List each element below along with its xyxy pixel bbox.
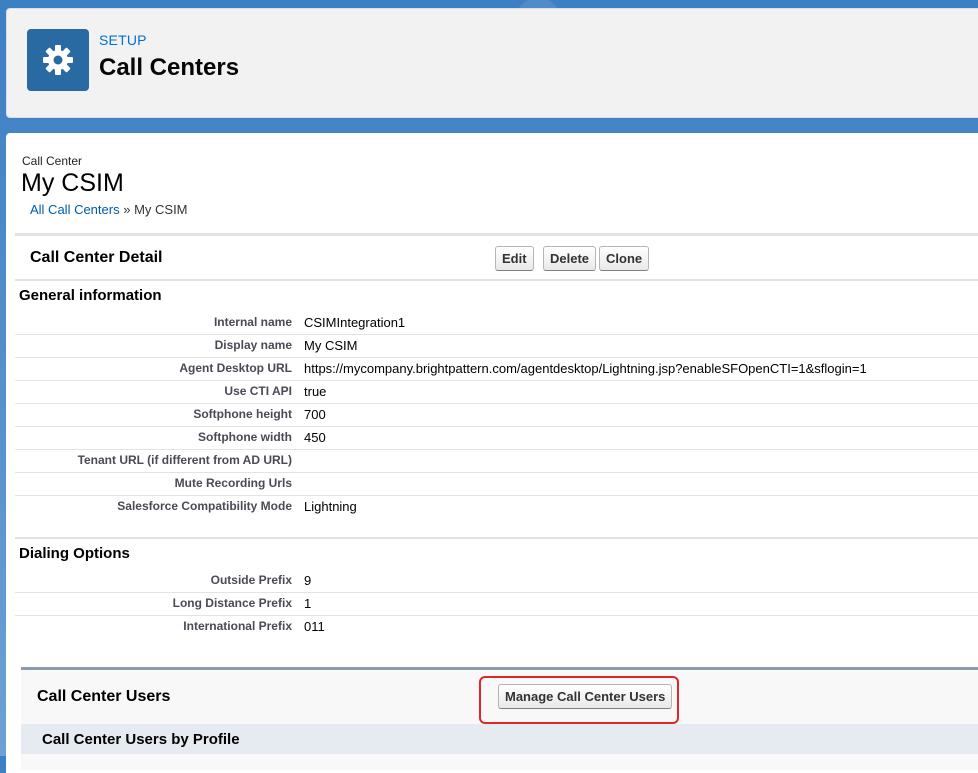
- field-value: CSIMIntegration1: [304, 315, 406, 330]
- page-title: Call Centers: [99, 54, 240, 81]
- dialing-options-title: Dialing Options: [19, 545, 130, 562]
- field-label: Salesforce Compatibility Mode: [117, 499, 292, 513]
- field-label: International Prefix: [183, 619, 292, 633]
- call-center-detail-section: Call Center Detail Edit Delete Clone Gen…: [15, 233, 978, 666]
- field-label: Long Distance Prefix: [172, 596, 292, 610]
- dialing-options-fields: Outside Prefix 9 Long Distance Prefix 1 …: [15, 569, 978, 639]
- field-row-tenant-url: Tenant URL (if different from AD URL): [15, 449, 978, 473]
- users-by-profile-title: Call Center Users by Profile: [42, 731, 240, 748]
- field-value: 9: [304, 573, 312, 588]
- call-center-users-title: Call Center Users: [37, 688, 171, 705]
- field-label: Agent Desktop URL: [179, 361, 292, 375]
- field-row-international-prefix: International Prefix 011: [15, 615, 978, 638]
- breadcrumb-current: My CSIM: [134, 202, 188, 217]
- record-name: My CSIM: [21, 169, 124, 197]
- breadcrumb: All Call Centers » My CSIM: [30, 202, 188, 217]
- field-label: Softphone width: [198, 430, 292, 444]
- setup-gear-tile: [27, 29, 89, 91]
- field-label: Internal name: [213, 315, 292, 329]
- field-row-agent-desktop-url: Agent Desktop URL https://mycompany.brig…: [15, 357, 978, 381]
- field-value: My CSIM: [304, 338, 358, 353]
- field-label: Softphone height: [193, 407, 292, 421]
- record-type-label: Call Center: [22, 154, 83, 168]
- detail-title: Call Center Detail: [30, 249, 163, 266]
- field-label: Tenant URL (if different from AD URL): [77, 453, 292, 467]
- field-value: 450: [304, 430, 326, 445]
- field-row-display-name: Display name My CSIM: [15, 334, 978, 358]
- field-row-compatibility-mode: Salesforce Compatibility Mode Lightning: [15, 495, 978, 518]
- field-row-mute-recording-urls: Mute Recording Urls: [15, 472, 978, 496]
- gear-icon: [43, 45, 73, 75]
- field-value: https://mycompany.brightpattern.com/agen…: [304, 361, 867, 376]
- edit-button[interactable]: Edit: [495, 246, 534, 271]
- field-label: Display name: [214, 338, 292, 352]
- detail-header: Call Center Detail Edit Delete Clone: [15, 236, 978, 282]
- field-value: 1: [304, 596, 312, 611]
- field-value: Lightning: [304, 499, 357, 514]
- field-label: Use CTI API: [224, 384, 292, 398]
- field-row-outside-prefix: Outside Prefix 9: [15, 569, 978, 593]
- general-info-title: General information: [19, 287, 162, 304]
- breadcrumb-link-all-call-centers[interactable]: All Call Centers: [30, 202, 120, 217]
- users-by-profile-header: Call Center Users by Profile: [21, 724, 978, 754]
- field-label: Mute Recording Urls: [174, 476, 292, 490]
- field-row-use-cti-api: Use CTI API true: [15, 380, 978, 404]
- section-divider: [15, 537, 978, 539]
- field-row-softphone-height: Softphone height 700: [15, 403, 978, 427]
- field-value: 011: [304, 619, 325, 634]
- general-info-fields: Internal name CSIMIntegration1 Display n…: [15, 311, 978, 519]
- highlight-box: [479, 676, 679, 724]
- field-value: true: [304, 384, 327, 399]
- breadcrumb-separator: »: [119, 202, 135, 217]
- delete-button[interactable]: Delete: [543, 246, 597, 271]
- field-row-internal-name: Internal name CSIMIntegration1: [15, 311, 978, 335]
- field-row-long-distance-prefix: Long Distance Prefix 1: [15, 592, 978, 616]
- field-row-softphone-width: Softphone width 450: [15, 426, 978, 450]
- field-value: 700: [304, 407, 326, 422]
- field-label: Outside Prefix: [210, 573, 292, 587]
- setup-eyebrow: SETUP: [99, 32, 147, 48]
- section-divider: [15, 279, 978, 281]
- setup-header: SETUP Call Centers: [6, 8, 978, 118]
- clone-button[interactable]: Clone: [599, 246, 650, 271]
